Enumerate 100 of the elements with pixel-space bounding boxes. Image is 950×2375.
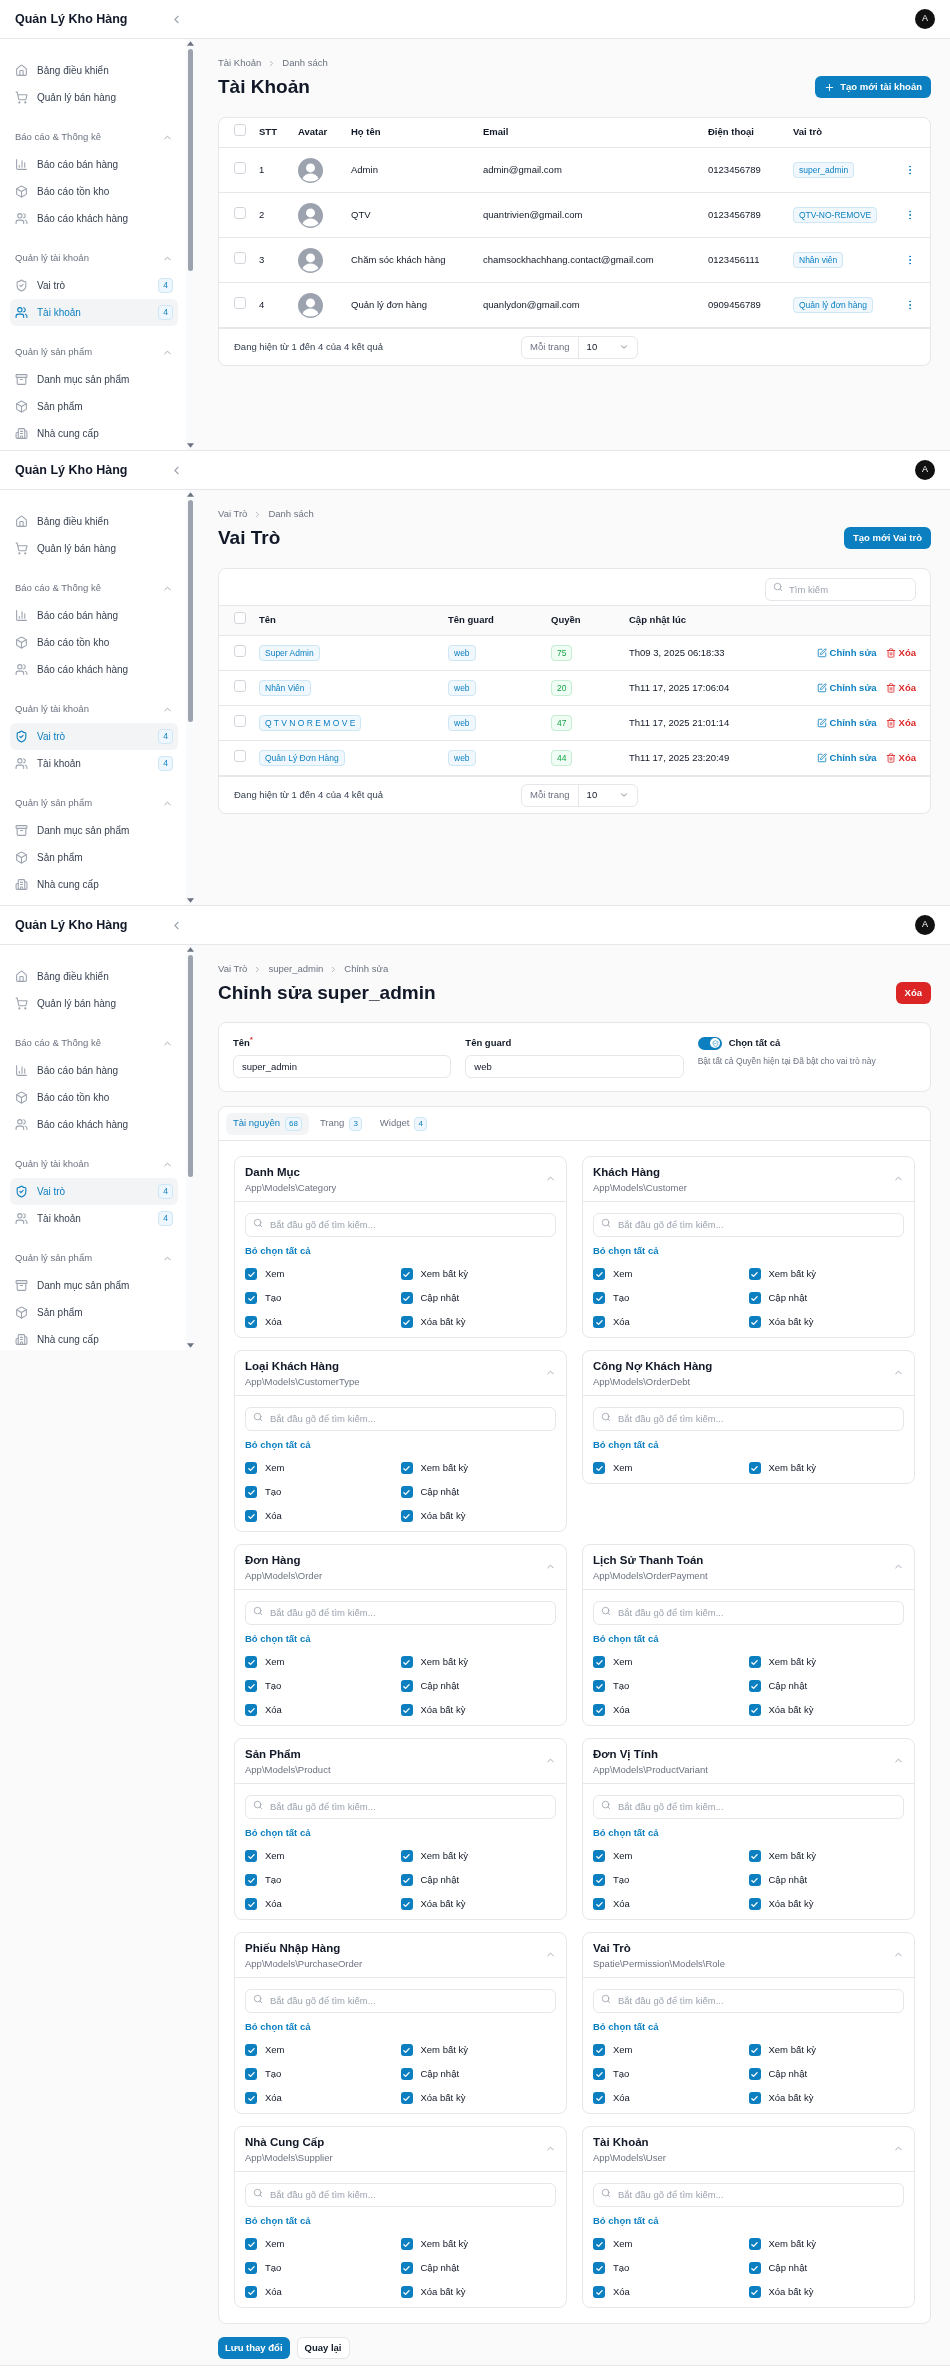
checkbox[interactable]: [245, 2044, 257, 2056]
checkbox[interactable]: [245, 1656, 257, 1668]
checkbox[interactable]: [245, 1850, 257, 1862]
sidebar-item[interactable]: Quản lý bán hàng: [10, 990, 178, 1017]
checkbox[interactable]: [593, 2286, 605, 2298]
search-field[interactable]: Tìm kiếm: [765, 577, 916, 601]
sidebar-item[interactable]: Báo cáo bán hàng: [10, 1057, 178, 1084]
checkbox[interactable]: [400, 1462, 413, 1474]
search-field[interactable]: Bắt đầu gõ để tìm kiếm...: [593, 1988, 904, 2013]
nav-group-heading[interactable]: Quản lý tài khoản: [10, 699, 178, 719]
sidebar-item[interactable]: Quản lý bán hàng: [10, 84, 178, 111]
delete-link[interactable]: Xóa: [885, 715, 916, 731]
checkbox[interactable]: [245, 1292, 257, 1304]
nav-group-heading[interactable]: Báo cáo & Thống kê: [10, 127, 178, 147]
user-avatar[interactable]: A: [915, 9, 935, 29]
search-field[interactable]: Bắt đầu gõ để tìm kiếm...: [593, 1212, 904, 1237]
checkbox[interactable]: [748, 1704, 761, 1716]
deselect-all-link[interactable]: Bỏ chọn tất cả: [593, 1438, 659, 1452]
sidebar-item[interactable]: Nhà cung cấp: [10, 871, 178, 898]
checkbox[interactable]: [245, 2286, 257, 2298]
sidebar-item[interactable]: Bảng điều khiển: [10, 57, 178, 84]
checkbox[interactable]: [748, 2068, 761, 2080]
nav-group-heading[interactable]: Quản lý sản phẩm: [10, 342, 178, 362]
checkbox[interactable]: [748, 1268, 761, 1280]
checkbox[interactable]: [400, 1510, 413, 1522]
tab[interactable]: Tài nguyên 68: [226, 1112, 309, 1135]
checkbox[interactable]: [400, 1850, 413, 1862]
checkbox[interactable]: [593, 1656, 605, 1668]
checkbox[interactable]: [400, 1680, 413, 1692]
checkbox[interactable]: [748, 1874, 761, 1886]
deselect-all-link[interactable]: Bỏ chọn tất cả: [593, 1826, 659, 1840]
checkbox[interactable]: [234, 296, 246, 309]
checkbox[interactable]: [245, 2092, 257, 2104]
checkbox[interactable]: [593, 1680, 605, 1692]
sidebar-item[interactable]: Báo cáo tồn kho: [10, 1084, 178, 1111]
checkbox[interactable]: [593, 1874, 605, 1886]
checkbox[interactable]: [748, 2044, 761, 2056]
checkbox[interactable]: [593, 1316, 605, 1328]
sidebar-item[interactable]: Báo cáo khách hàng: [10, 1111, 178, 1138]
checkbox[interactable]: [234, 161, 246, 174]
search-field[interactable]: Bắt đầu gõ để tìm kiếm...: [593, 1406, 904, 1431]
text-field[interactable]: super_admin: [233, 1055, 452, 1078]
search-field[interactable]: Bắt đầu gõ để tìm kiếm...: [593, 1794, 904, 1819]
toggle-switch[interactable]: [697, 1036, 722, 1050]
checkbox[interactable]: [234, 124, 246, 137]
checkbox[interactable]: [234, 206, 246, 219]
nav-group-heading[interactable]: Quản lý sản phẩm: [10, 1248, 178, 1268]
checkbox[interactable]: [748, 2286, 761, 2298]
checkbox[interactable]: [234, 612, 246, 625]
deselect-all-link[interactable]: Bỏ chọn tất cả: [245, 2214, 311, 2228]
per-page-select[interactable]: Mỗi trang 10: [521, 783, 638, 807]
scrollbar[interactable]: [186, 39, 195, 450]
sidebar-item[interactable]: Danh mục sản phẩm: [10, 817, 178, 844]
sidebar-item[interactable]: Sản phẩm: [10, 1299, 178, 1326]
checkbox[interactable]: [593, 1898, 605, 1910]
delete-button[interactable]: Xóa: [895, 982, 931, 1004]
checkbox[interactable]: [245, 2262, 257, 2274]
sidebar-item[interactable]: Sản phẩm: [10, 844, 178, 871]
sidebar-item[interactable]: Vai trò 4: [10, 723, 178, 750]
scroll-up-icon[interactable]: [187, 41, 194, 46]
sidebar-item[interactable]: Nhà cung cấp: [10, 1326, 178, 1350]
checkbox[interactable]: [400, 1316, 413, 1328]
edit-link[interactable]: Chỉnh sửa: [816, 715, 877, 731]
deselect-all-link[interactable]: Bỏ chọn tất cả: [593, 2020, 659, 2034]
checkbox[interactable]: [234, 749, 246, 762]
scroll-down-icon[interactable]: [187, 1343, 194, 1348]
checkbox[interactable]: [400, 1268, 413, 1280]
breadcrumb-link[interactable]: super_admin: [268, 961, 324, 977]
sidebar-item[interactable]: Báo cáo khách hàng: [10, 205, 178, 232]
breadcrumb-link[interactable]: Tài Khoản: [218, 55, 262, 71]
sidebar-item[interactable]: Danh mục sản phẩm: [10, 1272, 178, 1299]
deselect-all-link[interactable]: Bỏ chọn tất cả: [245, 2020, 311, 2034]
checkbox[interactable]: [593, 1704, 605, 1716]
checkbox[interactable]: [245, 2068, 257, 2080]
nav-group-heading[interactable]: Quản lý tài khoản: [10, 1154, 178, 1174]
per-page-select[interactable]: Mỗi trang 10: [521, 335, 638, 359]
user-avatar[interactable]: A: [915, 460, 935, 480]
checkbox[interactable]: [748, 2092, 761, 2104]
delete-link[interactable]: Xóa: [885, 645, 916, 661]
checkbox[interactable]: [245, 2238, 257, 2250]
checkbox[interactable]: [593, 2068, 605, 2080]
checkbox[interactable]: [400, 2044, 413, 2056]
save-button[interactable]: Lưu thay đổi: [218, 2337, 290, 2359]
sidebar-item[interactable]: Danh mục sản phẩm: [10, 366, 178, 393]
delete-link[interactable]: Xóa: [885, 680, 916, 696]
deselect-all-link[interactable]: Bỏ chọn tất cả: [245, 1826, 311, 1840]
deselect-all-link[interactable]: Bỏ chọn tất cả: [245, 1438, 311, 1452]
checkbox[interactable]: [400, 1898, 413, 1910]
deselect-all-link[interactable]: Bỏ chọn tất cả: [245, 1632, 311, 1646]
scroll-down-icon[interactable]: [187, 898, 194, 903]
nav-group-heading[interactable]: Quản lý tài khoản: [10, 248, 178, 268]
edit-link[interactable]: Chỉnh sửa: [816, 750, 877, 766]
search-field[interactable]: Bắt đầu gõ để tìm kiếm...: [245, 1988, 556, 2013]
checkbox[interactable]: [400, 1704, 413, 1716]
checkbox[interactable]: [400, 1486, 413, 1498]
checkbox[interactable]: [593, 2044, 605, 2056]
search-field[interactable]: Bắt đầu gõ để tìm kiếm...: [593, 1600, 904, 1625]
deselect-all-link[interactable]: Bỏ chọn tất cả: [593, 1632, 659, 1646]
checkbox[interactable]: [400, 1656, 413, 1668]
checkbox[interactable]: [245, 1316, 257, 1328]
